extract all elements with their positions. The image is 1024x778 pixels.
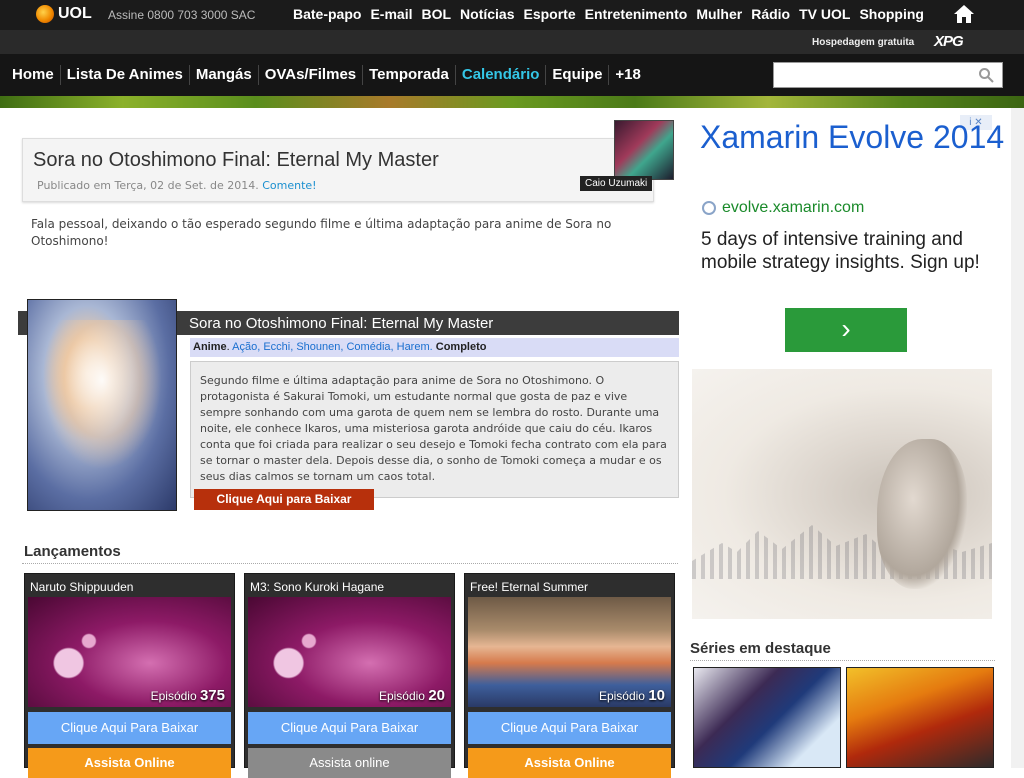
featured-series-thumbnail[interactable] [846, 667, 994, 768]
home-icon[interactable] [953, 4, 975, 24]
ad-title[interactable]: Xamarin Evolve 2014 [700, 120, 1004, 154]
lancamentos-heading: Lançamentos [24, 543, 121, 560]
anime-type: Anime [193, 341, 227, 353]
card-watch-online-button[interactable]: Assista Online [468, 748, 671, 778]
uol-logo-icon [36, 5, 54, 23]
uol-links: Bate-papo E-mail BOL Notícias Esporte En… [293, 6, 933, 22]
nav-item-mangas[interactable]: Mangás [190, 65, 259, 85]
uol-link[interactable]: Bate-papo [293, 6, 361, 22]
post-meta: Publicado em Terça, 02 de Set. de 2014. … [37, 179, 317, 192]
post-title[interactable]: Sora no Otoshimono Final: Eternal My Mas… [33, 149, 439, 172]
cover-art [42, 320, 162, 470]
nav-item-home[interactable]: Home [6, 65, 61, 85]
nav-item-lista-de-animes[interactable]: Lista De Animes [61, 65, 190, 85]
release-card-thumbnail[interactable]: Episódio 20 [248, 597, 451, 707]
card-download-button[interactable]: Clique Aqui Para Baixar [28, 712, 231, 744]
release-card: Free! Eternal Summer Episódio 10 Clique … [464, 573, 675, 778]
uol-link[interactable]: TV UOL [799, 6, 850, 22]
uol-logo-text: UOL [58, 5, 92, 22]
author-avatar[interactable] [614, 120, 674, 180]
uol-link[interactable]: Esporte [524, 6, 576, 22]
release-card-title[interactable]: Naruto Shippuuden [30, 580, 133, 594]
post-header: Sora no Otoshimono Final: Eternal My Mas… [22, 138, 654, 202]
nav-item-ovas-filmes[interactable]: OVAs/Filmes [259, 65, 364, 85]
anime-title: Sora no Otoshimono Final: Eternal My Mas… [189, 315, 494, 332]
post-intro: Fala pessoal, deixando o tão esperado se… [31, 217, 612, 248]
anime-status: Completo [435, 341, 487, 353]
xpg-logo[interactable]: XPG [934, 33, 964, 50]
header-banner-strip [0, 96, 1024, 108]
card-download-button[interactable]: Clique Aqui Para Baixar [468, 712, 671, 744]
featured-series-thumbnail[interactable] [693, 667, 841, 768]
comment-link[interactable]: Comente! [262, 179, 316, 192]
card-download-button[interactable]: Clique Aqui Para Baixar [248, 712, 451, 744]
uol-top-bar: UOL Assine 0800 703 3000 SAC Bate-papo E… [0, 0, 1024, 30]
release-card: Naruto Shippuuden Episódio 375 Clique Aq… [24, 573, 235, 778]
ad-url-text[interactable]: evolve.xamarin.com [722, 199, 864, 217]
release-card-title[interactable]: Free! Eternal Summer [470, 580, 588, 594]
release-card-title[interactable]: M3: Sono Kuroki Hagane [250, 580, 384, 594]
ad-go-button[interactable]: › [785, 308, 907, 352]
anime-synopsis: Segundo filme e última adaptação para an… [190, 361, 679, 498]
episode-label: Episódio 20 [378, 687, 445, 704]
uol-link[interactable]: Shopping [859, 6, 924, 22]
release-card-thumbnail[interactable]: Episódio 375 [28, 597, 231, 707]
right-gutter [1011, 108, 1024, 768]
episode-label: Episódio 10 [598, 687, 665, 704]
globe-icon [702, 201, 716, 215]
nav-item-equipe[interactable]: Equipe [546, 65, 610, 85]
author-name[interactable]: Caio Uzumaki [580, 176, 653, 191]
uol-link[interactable]: Mulher [696, 6, 742, 22]
divider [22, 563, 678, 564]
uol-link[interactable]: E-mail [370, 6, 412, 22]
uol-link[interactable]: BOL [421, 6, 451, 22]
nav-item-temporada[interactable]: Temporada [363, 65, 456, 85]
genre-row: Anime. Ação, Ecchi, Shounen, Comédia, Ha… [190, 338, 679, 357]
ad-image[interactable] [692, 369, 992, 619]
uol-logo[interactable]: UOL [36, 5, 92, 23]
genre-links[interactable]: Ação, Ecchi, Shounen, Comédia, Harem. [232, 341, 433, 353]
ad-url[interactable]: evolve.xamarin.com [702, 199, 864, 217]
uol-link[interactable]: Entretenimento [585, 6, 688, 22]
post-date: Publicado em Terça, 02 de Set. de 2014. [37, 179, 259, 192]
download-button[interactable]: Clique Aqui para Baixar [194, 489, 374, 510]
episode-label: Episódio 375 [150, 687, 225, 704]
card-watch-online-button[interactable]: Assista online [248, 748, 451, 778]
uol-sub-bar: Hospedagem gratuita XPG [0, 30, 1024, 54]
search-input[interactable] [773, 62, 1003, 88]
nav-items: Home Lista De Animes Mangás OVAs/Filmes … [6, 54, 647, 96]
series-heading: Séries em destaque [690, 640, 831, 657]
anime-cover-image [27, 299, 177, 511]
ad-face-silhouette [877, 439, 967, 589]
hospedagem-link[interactable]: Hospedagem gratuita [812, 37, 914, 48]
divider [690, 660, 995, 661]
card-watch-online-button[interactable]: Assista Online [28, 748, 231, 778]
nav-item-plus18[interactable]: +18 [609, 65, 646, 85]
ad-description: 5 days of intensive training and mobile … [701, 229, 980, 273]
search-icon[interactable] [978, 67, 994, 83]
uol-assine-text[interactable]: Assine 0800 703 3000 SAC [108, 8, 255, 22]
release-card: M3: Sono Kuroki Hagane Episódio 20 Cliqu… [244, 573, 455, 778]
uol-link[interactable]: Notícias [460, 6, 514, 22]
nav-item-calendario[interactable]: Calendário [456, 65, 547, 85]
release-card-thumbnail[interactable]: Episódio 10 [468, 597, 671, 707]
uol-link[interactable]: Rádio [751, 6, 790, 22]
